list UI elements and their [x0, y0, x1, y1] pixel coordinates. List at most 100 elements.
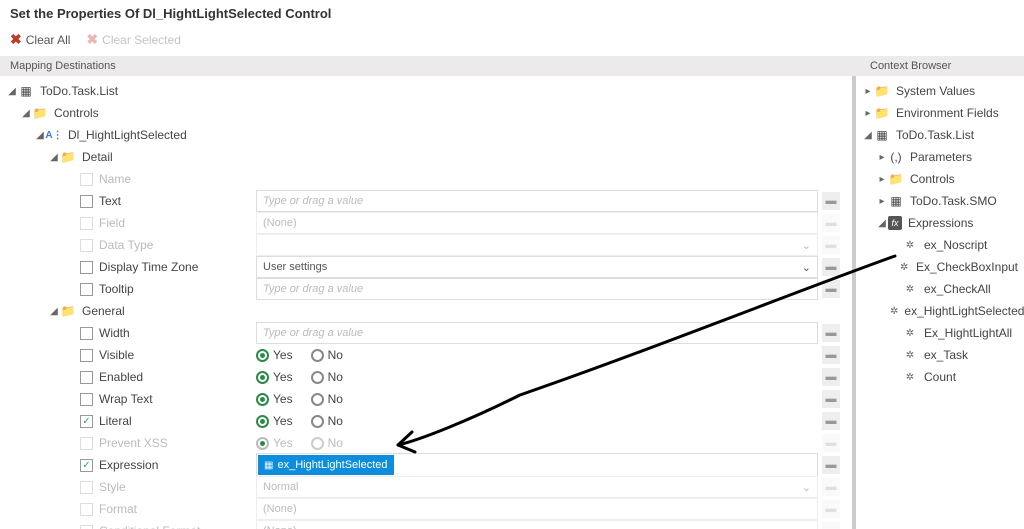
radio-no[interactable]: No	[311, 392, 343, 406]
collapse-icon[interactable]: ◢	[6, 86, 18, 97]
expand-icon[interactable]: ▸	[876, 196, 888, 207]
tree-expression-item[interactable]: ✲ex_Task	[862, 344, 1018, 366]
clear-value-button[interactable]: ▬	[822, 346, 840, 364]
format-value: (None)	[256, 498, 818, 520]
clear-value-button[interactable]: ▬	[822, 390, 840, 408]
collapse-icon[interactable]: ◢	[48, 306, 60, 317]
prop-text[interactable]: Text	[6, 194, 256, 208]
style-select: Normal⌄	[256, 476, 818, 498]
tree-expression-item[interactable]: ✲Ex_CheckBoxInput	[862, 256, 1018, 278]
display-tz-select[interactable]: User settings⌄	[256, 256, 818, 278]
collapse-icon[interactable]: ◢	[862, 130, 874, 141]
radio-yes[interactable]: Yes	[256, 370, 293, 384]
x-icon: ✖	[86, 31, 98, 48]
checkbox[interactable]	[80, 415, 93, 428]
checkbox[interactable]	[80, 283, 93, 296]
checkbox[interactable]	[80, 371, 93, 384]
tree-root[interactable]: ◢ ▦ ToDo.Task.List	[6, 80, 846, 102]
clear-value-button: ▬	[822, 478, 840, 496]
clear-value-button[interactable]: ▬	[822, 456, 840, 474]
tree-environment-fields[interactable]: ▸ 📁 Environment Fields	[862, 102, 1018, 124]
prop-wraptext[interactable]: Wrap Text	[6, 392, 256, 406]
width-input[interactable]: Type or drag a value	[256, 322, 818, 344]
radio-no[interactable]: No	[311, 414, 343, 428]
mapping-destinations-pane: ◢ ▦ ToDo.Task.List ◢ 📁 Controls ◢ A⋮ Dl_…	[0, 76, 856, 529]
clear-value-button[interactable]: ▬	[822, 368, 840, 386]
prop-literal[interactable]: Literal	[6, 414, 256, 428]
prop-visible[interactable]: Visible	[6, 348, 256, 362]
tree-task-list[interactable]: ◢ ▦ ToDo.Task.List	[862, 124, 1018, 146]
expand-icon[interactable]: ▸	[876, 174, 888, 185]
collapse-icon[interactable]: ◢	[34, 130, 46, 141]
tooltip-input[interactable]: Type or drag a value	[256, 278, 818, 300]
tree-label: Expressions	[906, 216, 973, 230]
expression-input[interactable]: ▦ ex_HightLightSelected	[256, 453, 818, 477]
prop-label: Format	[99, 502, 137, 516]
prop-label: Expression	[99, 458, 158, 472]
tree-expression-item[interactable]: ✲Count	[862, 366, 1018, 388]
select-value: Normal	[263, 481, 298, 493]
tree-expression-item[interactable]: ✲ex_HightLightSelected	[862, 300, 1018, 322]
clear-selected-button: ✖ Clear Selected	[82, 29, 184, 50]
prop-display-tz[interactable]: Display Time Zone	[6, 260, 256, 274]
collapse-icon[interactable]: ◢	[48, 152, 60, 163]
clear-value-button: ▬	[822, 434, 840, 452]
checkbox[interactable]	[80, 195, 93, 208]
field-value: (None)	[256, 212, 818, 234]
folder-icon: 📁	[874, 105, 890, 121]
collapse-icon[interactable]: ◢	[20, 108, 32, 119]
form-icon: ▦	[18, 83, 34, 99]
prop-enabled[interactable]: Enabled	[6, 370, 256, 384]
tree-parameters[interactable]: ▸ (,) Parameters	[862, 146, 1018, 168]
tree-label: Controls	[52, 106, 99, 120]
tree-control-item[interactable]: ◢ A⋮ Dl_HightLightSelected	[6, 124, 846, 146]
checkbox[interactable]	[80, 349, 93, 362]
prop-tooltip[interactable]: Tooltip	[6, 282, 256, 296]
tree-label: System Values	[894, 84, 975, 98]
expand-icon[interactable]: ▸	[876, 152, 888, 163]
tree-label: ToDo.Task.List	[894, 128, 974, 142]
expression-token[interactable]: ▦ ex_HightLightSelected	[258, 455, 394, 475]
checkbox[interactable]	[80, 261, 93, 274]
tree-group-detail[interactable]: ◢ 📁 Detail	[6, 146, 846, 168]
tree-label: ToDo.Task.List	[38, 84, 118, 98]
radio-yes[interactable]: Yes	[256, 348, 293, 362]
tree-expression-item[interactable]: ✲ex_CheckAll	[862, 278, 1018, 300]
tree-group-general[interactable]: ◢ 📁 General	[6, 300, 846, 322]
radio-yes[interactable]: Yes	[256, 392, 293, 406]
tree-controls[interactable]: ▸ 📁 Controls	[862, 168, 1018, 190]
prop-expression[interactable]: Expression	[6, 458, 256, 472]
collapse-icon[interactable]: ◢	[876, 218, 888, 229]
expression-icon: ▦	[264, 460, 273, 471]
expression-icon: ✲	[902, 347, 918, 363]
tree-label: Count	[922, 370, 956, 384]
prop-label: Display Time Zone	[99, 260, 198, 274]
tree-expressions[interactable]: ◢ fx Expressions	[862, 212, 1018, 234]
expand-icon[interactable]: ▸	[862, 86, 874, 97]
tree-controls[interactable]: ◢ 📁 Controls	[6, 102, 846, 124]
tree-expression-item[interactable]: ✲Ex_HightLightAll	[862, 322, 1018, 344]
radio-label: Yes	[273, 436, 293, 450]
prop-name: Name	[6, 172, 256, 186]
tree-system-values[interactable]: ▸ 📁 System Values	[862, 80, 1018, 102]
checkbox[interactable]	[80, 459, 93, 472]
tree-expression-item[interactable]: ✲ex_Noscript	[862, 234, 1018, 256]
checkbox[interactable]	[80, 393, 93, 406]
checkbox[interactable]	[80, 327, 93, 340]
tree-label: ex_Noscript	[922, 238, 987, 252]
clear-value-button[interactable]: ▬	[822, 192, 840, 210]
clear-value-button[interactable]: ▬	[822, 412, 840, 430]
clear-value-button[interactable]: ▬	[822, 324, 840, 342]
clear-value-button[interactable]: ▬	[822, 280, 840, 298]
radio-no[interactable]: No	[311, 348, 343, 362]
text-input[interactable]: Type or drag a value	[256, 190, 818, 212]
expand-icon[interactable]: ▸	[862, 108, 874, 119]
radio-yes[interactable]: Yes	[256, 414, 293, 428]
prop-width[interactable]: Width	[6, 326, 256, 340]
radio-no[interactable]: No	[311, 370, 343, 384]
cond-format-value: (None)	[256, 520, 818, 529]
clear-value-button[interactable]: ▬	[822, 258, 840, 276]
clear-all-button[interactable]: ✖ Clear All	[6, 29, 74, 50]
tree-smo[interactable]: ▸ ▦ ToDo.Task.SMO	[862, 190, 1018, 212]
checkbox	[80, 239, 93, 252]
